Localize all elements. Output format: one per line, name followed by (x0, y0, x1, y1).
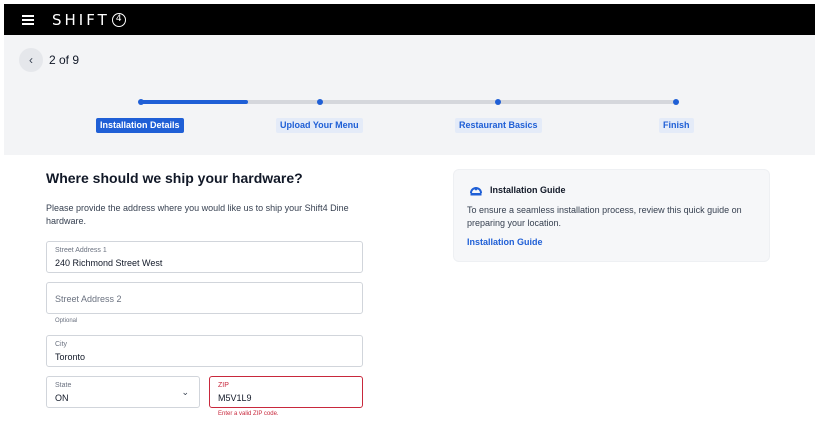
step-upload-your-menu[interactable]: Upload Your Menu (276, 118, 363, 133)
top-navigation-bar: SHIFT 4 (4, 4, 815, 35)
street-address-2-placeholder: Street Address 2 (55, 294, 122, 304)
street-address-1-value: 240 Richmond Street West (55, 258, 163, 268)
installation-guide-icon (469, 183, 483, 197)
progress-section: ‹ 2 of 9 Installation Details Upload You… (4, 35, 815, 155)
step-dot-restaurant-basics (495, 99, 501, 105)
logo-text: SHIFT (52, 11, 110, 29)
hamburger-menu-icon[interactable] (22, 15, 34, 25)
street-address-1-label: Street Address 1 (55, 247, 107, 254)
zip-value: M5V1L9 (218, 393, 252, 403)
city-field[interactable]: City Toronto (46, 335, 363, 367)
back-button[interactable]: ‹ (19, 48, 43, 72)
step-dot-installation-details (138, 99, 144, 105)
step-finish[interactable]: Finish (659, 118, 694, 133)
street-address-2-helper: Optional (55, 318, 78, 324)
step-count: 2 of 9 (49, 53, 80, 67)
shift4-logo[interactable]: SHIFT 4 (52, 11, 126, 29)
street-address-1-field[interactable]: Street Address 1 240 Richmond Street Wes… (46, 241, 363, 273)
street-address-2-field[interactable]: Street Address 2 (46, 282, 363, 314)
installation-guide-text: To ensure a seamless installation proces… (467, 205, 742, 228)
zip-field[interactable]: ZIP M5V1L9 (209, 376, 363, 408)
logo-mark: 4 (111, 13, 126, 27)
page-title: Where should we ship your hardware? (46, 170, 303, 186)
page-description: Please provide the address where you wou… (46, 203, 349, 226)
state-label: State (55, 382, 72, 389)
step-restaurant-basics[interactable]: Restaurant Basics (455, 118, 542, 133)
city-label: City (55, 341, 68, 348)
chevron-down-icon: ⌄ (181, 387, 189, 397)
city-value: Toronto (55, 352, 86, 362)
progress-fill (141, 100, 249, 104)
state-select[interactable]: State ON ⌄ (46, 376, 200, 408)
step-installation-details[interactable]: Installation Details (96, 118, 184, 133)
installation-guide-card: Installation Guide To ensure a seamless … (453, 169, 770, 262)
state-value: ON (55, 393, 69, 403)
step-dot-finish (673, 99, 679, 105)
installation-guide-title: Installation Guide (490, 185, 566, 195)
zip-label: ZIP (218, 382, 229, 389)
step-dot-upload-menu (317, 99, 323, 105)
zip-error-message: Enter a valid ZIP code. (218, 411, 279, 417)
installation-guide-link[interactable]: Installation Guide (467, 237, 543, 247)
chevron-left-icon: ‹ (29, 53, 33, 67)
